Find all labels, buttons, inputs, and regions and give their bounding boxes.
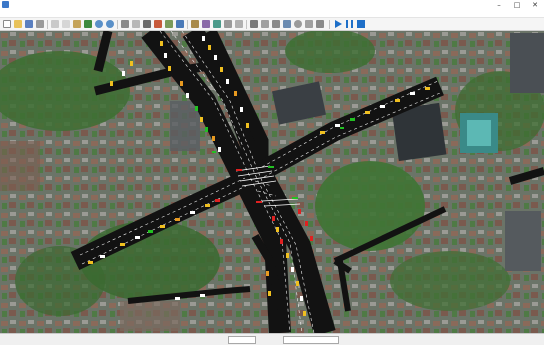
real-time-field — [283, 336, 339, 344]
zoom-out-icon[interactable] — [106, 20, 114, 28]
open-icon[interactable] — [14, 20, 22, 28]
toolbar-separator — [246, 20, 247, 29]
toolbar-separator — [47, 20, 48, 29]
toolbar-tool-icon[interactable] — [305, 20, 313, 28]
toolbar-separator — [187, 20, 188, 29]
close-button[interactable]: ✕ — [526, 0, 544, 10]
toolbar — [0, 18, 544, 31]
pause-icon[interactable] — [346, 20, 353, 28]
toolbar-tool-icon[interactable] — [316, 20, 324, 28]
play-icon[interactable] — [335, 20, 342, 28]
toolbar-separator — [117, 20, 118, 29]
print-icon[interactable] — [36, 20, 44, 28]
copy-icon[interactable] — [62, 20, 70, 28]
coordinate-readout — [343, 336, 541, 344]
toolbar-tool-icon[interactable] — [294, 20, 302, 28]
toolbar-separator — [329, 20, 330, 29]
toolbar-tool-icon[interactable] — [250, 20, 258, 28]
cut-icon[interactable] — [51, 20, 59, 28]
app-icon — [2, 1, 9, 8]
menu-bar — [0, 10, 544, 18]
traffic-sim-window: – □ ✕ — [0, 0, 544, 345]
map-view[interactable] — [0, 31, 544, 333]
vehicle-icon[interactable] — [176, 20, 184, 28]
pan-icon[interactable] — [121, 20, 129, 28]
save-icon[interactable] — [25, 20, 33, 28]
route-icon[interactable] — [191, 20, 199, 28]
toolbar-tool-icon[interactable] — [283, 20, 291, 28]
title-bar: – □ ✕ — [0, 0, 544, 10]
undo-icon[interactable] — [84, 20, 92, 28]
toolbar-tool-icon[interactable] — [235, 20, 243, 28]
toolbar-tool-icon[interactable] — [272, 20, 280, 28]
maximize-button[interactable]: □ — [508, 0, 526, 10]
toolbar-tool-icon[interactable] — [224, 20, 232, 28]
minimize-button[interactable]: – — [490, 0, 508, 10]
select-icon[interactable] — [132, 20, 140, 28]
zoom-in-icon[interactable] — [95, 20, 103, 28]
signal-icon[interactable] — [154, 20, 162, 28]
sim-time-field — [228, 336, 256, 344]
new-icon[interactable] — [3, 20, 11, 28]
status-bar — [0, 333, 544, 345]
satellite-map[interactable] — [0, 31, 544, 333]
chart-icon[interactable] — [213, 20, 221, 28]
paste-icon[interactable] — [73, 20, 81, 28]
settings-icon[interactable] — [202, 20, 210, 28]
road-icon[interactable] — [143, 20, 151, 28]
toolbar-tool-icon[interactable] — [261, 20, 269, 28]
detector-icon[interactable] — [165, 20, 173, 28]
stop-icon[interactable] — [357, 20, 365, 28]
